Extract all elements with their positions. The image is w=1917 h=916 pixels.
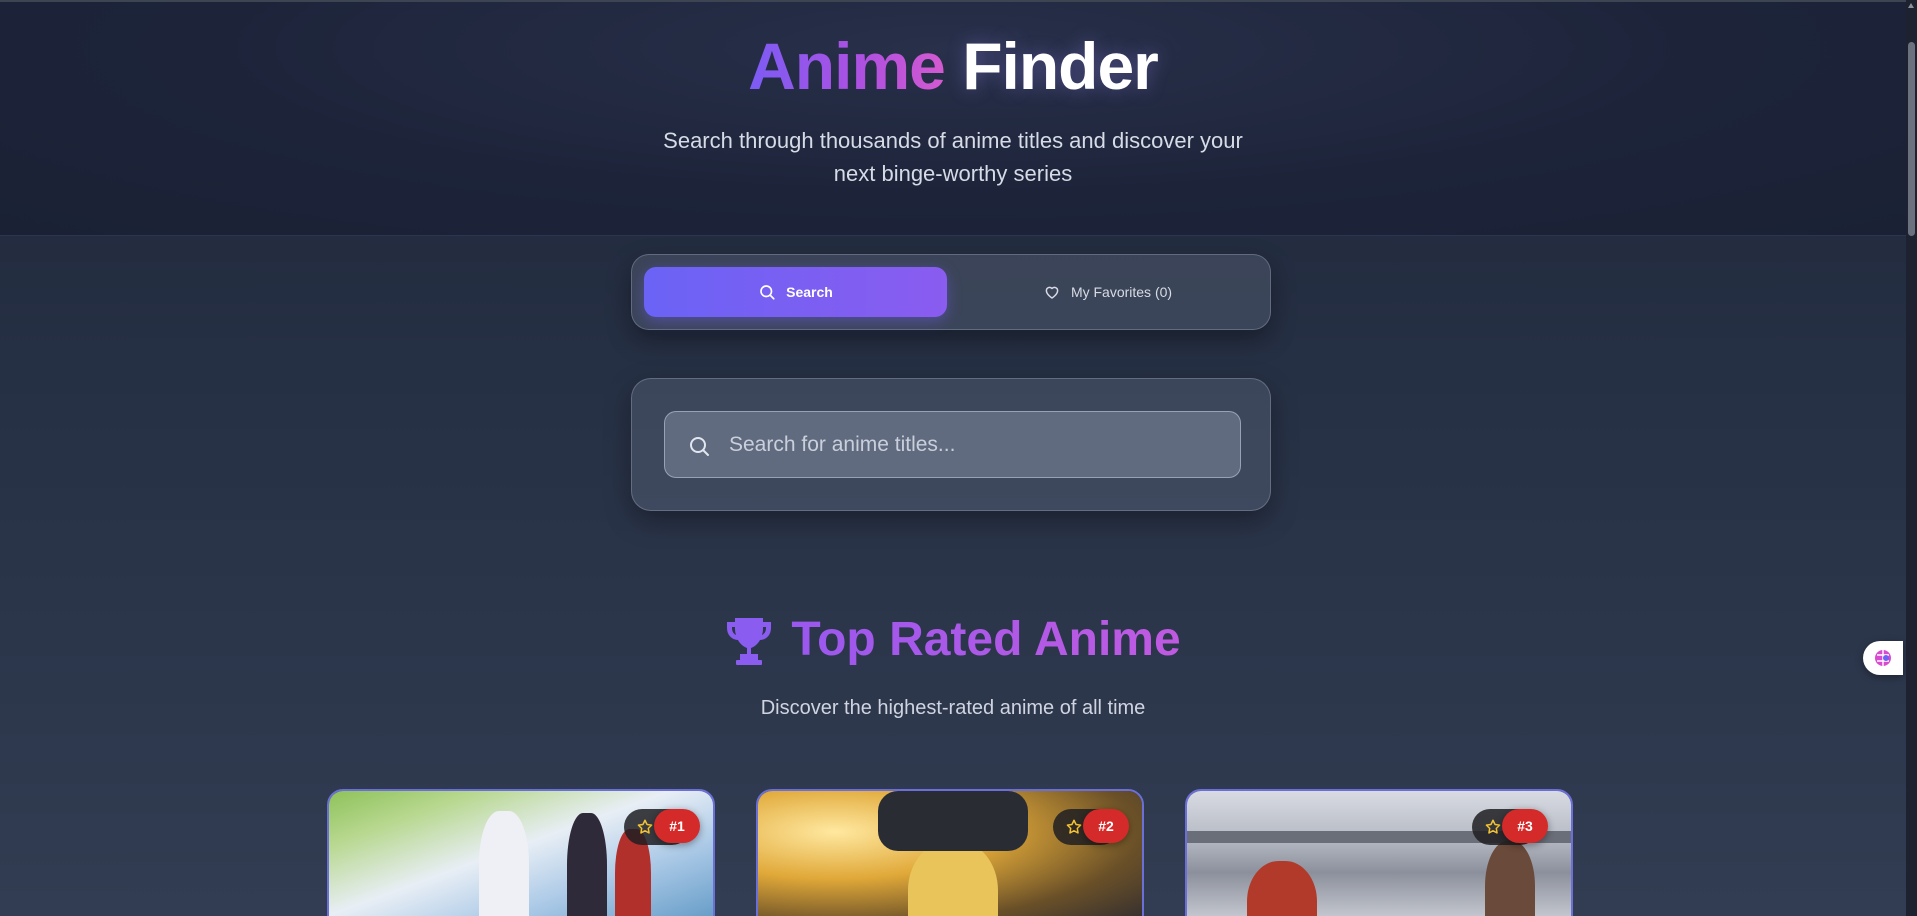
search-panel (631, 378, 1271, 511)
trophy-icon (727, 617, 772, 665)
section-subtitle: Discover the highest-rated anime of all … (760, 697, 1146, 719)
section-title: Top Rated Anime (0, 612, 1906, 667)
rank-badge: #3 (1502, 809, 1548, 843)
tab-favorites-label: My Favorites (0) (1070, 284, 1173, 300)
page: Anime Finder Search through thousands of… (0, 0, 1917, 916)
tab-favorites[interactable]: My Favorites (0) (956, 267, 1259, 317)
title-plain: Finder (962, 29, 1159, 103)
card-badges: #2 (1053, 809, 1133, 845)
anime-card[interactable]: #3 (1185, 789, 1573, 916)
search-icon (760, 285, 775, 300)
star-icon (637, 819, 653, 834)
star-icon (1066, 819, 1082, 834)
card-badges: #1 (624, 809, 704, 845)
extension-floating-button[interactable] (1863, 641, 1903, 675)
scroll-up-arrow-icon[interactable] (1908, 3, 1914, 8)
rank-badge: #1 (654, 809, 700, 843)
card-badges: #3 (1472, 809, 1552, 845)
heart-icon (1045, 286, 1059, 299)
search-box (664, 411, 1241, 478)
rank-badge: #2 (1083, 809, 1129, 843)
star-icon (1485, 819, 1501, 834)
tab-search-label: Search (786, 284, 833, 300)
hero-header: Anime Finder Search through thousands of… (0, 2, 1906, 236)
anime-card[interactable]: #1 (327, 789, 715, 916)
hero-subtitle: Search through thousands of anime titles… (663, 128, 1243, 186)
search-input[interactable] (729, 412, 1229, 477)
brain-icon (1875, 650, 1891, 666)
scrollbar-thumb[interactable] (1908, 42, 1915, 236)
tab-switcher: Search My Favorites (0) (631, 254, 1271, 330)
anime-card[interactable]: #2 (756, 789, 1144, 916)
scrollbar[interactable] (1906, 0, 1917, 916)
search-icon (690, 437, 709, 456)
tab-search[interactable]: Search (644, 267, 947, 317)
title-accent: Anime (748, 29, 946, 103)
app-title: Anime Finder (0, 28, 1906, 104)
section-title-text: Top Rated Anime (791, 613, 1181, 666)
